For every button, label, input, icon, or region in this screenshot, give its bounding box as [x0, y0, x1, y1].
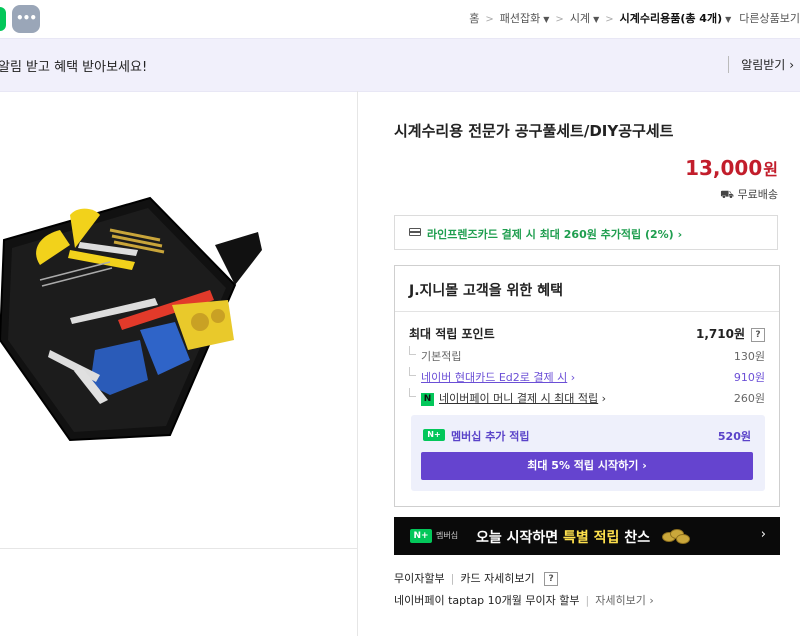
truck-icon: ⛟ — [720, 188, 735, 201]
divider — [0, 548, 357, 549]
card-promo-text: 라인프렌즈카드 결제 시 최대 260원 추가적립 (2%) › — [427, 228, 683, 241]
basic-points-label: 기본적립 — [421, 350, 462, 363]
membership-value: 520원 — [717, 430, 751, 443]
shipping-info: ⛟ 무료배송 — [720, 188, 778, 201]
tree-elbow-icon — [409, 367, 416, 376]
membership-label: 멤버십 추가 적립 — [451, 430, 530, 443]
naver-plus-icon: N+ — [410, 529, 432, 543]
chevron-right-icon: > — [485, 14, 494, 25]
benefit-title: J.지니몰 고객을 위한 혜택 — [409, 283, 563, 299]
card-promo-banner[interactable]: 라인프렌즈카드 결제 시 최대 260원 추가적립 (2%) › — [394, 215, 778, 250]
product-image[interactable] — [0, 190, 270, 450]
breadcrumb-fashion[interactable]: 패션잡화 ▼ — [500, 10, 550, 26]
top-bar: ••• 홈 > 패션잡화 ▼ > 시계 ▼ > 시계수리용품(총 4개) ▼ 다른상품보기 — [0, 0, 800, 38]
help-icon[interactable]: ? — [544, 572, 559, 586]
caret-down-icon: ▼ — [543, 15, 550, 24]
notification-button[interactable]: 알림받기 › — [728, 56, 794, 73]
npay-detail-link[interactable]: 자세히보기 › — [595, 594, 654, 607]
product-price: 13,000원 — [685, 156, 778, 180]
chevron-right-icon: › — [570, 371, 576, 384]
credit-card-icon — [409, 228, 421, 236]
chevron-right-icon: › — [601, 392, 607, 405]
max-points-value: 1,710원? — [696, 325, 765, 342]
chevron-right-icon: › — [760, 527, 766, 542]
more-icon[interactable]: ••• — [12, 5, 40, 33]
caret-down-icon: ▼ — [593, 15, 600, 24]
naver-plus-icon: N+ — [423, 429, 445, 441]
npay-link[interactable]: N 네이버페이 머니 결제 시 최대 적립 › — [421, 390, 606, 406]
breadcrumb-home[interactable]: 홈 — [469, 10, 479, 26]
installment-row: 무이자할부 | 카드 자세히보기 ? — [394, 570, 559, 586]
membership-tag: 멤버십 — [436, 531, 459, 540]
breadcrumb-watch[interactable]: 시계 ▼ — [570, 10, 599, 26]
chevron-right-icon: › — [677, 228, 683, 241]
breadcrumb-current[interactable]: 시계수리용품(총 4개) ▼ — [620, 10, 732, 26]
help-icon[interactable]: ? — [751, 327, 765, 342]
banner-text: 오늘 시작하면 특별 적립 찬스 — [476, 530, 651, 546]
chevron-right-icon: › — [789, 58, 794, 72]
coins-icon — [662, 529, 690, 544]
chevron-right-icon: > — [555, 14, 564, 25]
notification-banner: 알림 받고 혜택 받아보세요! 알림받기 › — [0, 38, 800, 92]
max-points-label: 최대 적립 포인트 — [409, 327, 495, 341]
hyundai-card-link[interactable]: 네이버 현대카드 Ed2로 결제 시 › — [421, 369, 575, 385]
other-products-link[interactable]: 다른상품보기 — [739, 10, 800, 26]
card-detail-link[interactable]: 카드 자세히보기 — [460, 572, 534, 585]
tree-elbow-icon — [409, 346, 416, 355]
chevron-right-icon: › — [642, 459, 647, 472]
npay-value: 260원 — [733, 392, 765, 405]
installment-label: 무이자할부 — [394, 572, 445, 585]
hyundai-card-value: 910원 — [733, 371, 765, 384]
tree-elbow-icon — [409, 388, 416, 397]
npay-installment-row: 네이버페이 taptap 10개월 무이자 할부 | 자세히보기 › — [394, 592, 654, 608]
divider: | — [585, 594, 590, 607]
product-title: 시계수리용 전문가 공구풀세트/DIY공구세트 — [394, 122, 674, 140]
breadcrumb: 홈 > 패션잡화 ▼ > 시계 ▼ > 시계수리용품(총 4개) ▼ 다른상품보기 — [469, 10, 800, 26]
npay-installment-text: 네이버페이 taptap 10개월 무이자 할부 — [394, 594, 580, 607]
naver-app-icon[interactable] — [0, 7, 6, 31]
notification-text: 알림 받고 혜택 받아보세요! — [0, 60, 148, 75]
chevron-right-icon: › — [649, 594, 654, 607]
membership-panel: N+ 멤버십 추가 적립 520원 최대 5% 적립 시작하기 › — [411, 415, 765, 491]
caret-down-icon: ▼ — [725, 15, 732, 24]
membership-promo-banner[interactable]: N+ 멤버십 오늘 시작하면 특별 적립 찬스 › — [394, 517, 780, 555]
divider: | — [450, 572, 455, 585]
membership-start-button[interactable]: 최대 5% 적립 시작하기 › — [421, 452, 753, 480]
divider — [395, 311, 779, 312]
benefit-box: J.지니몰 고객을 위한 혜택 최대 적립 포인트 1,710원? 기본적립 1… — [394, 265, 780, 507]
basic-points-value: 130원 — [733, 350, 765, 363]
chevron-right-icon: > — [605, 14, 614, 25]
npay-icon: N — [421, 392, 434, 406]
